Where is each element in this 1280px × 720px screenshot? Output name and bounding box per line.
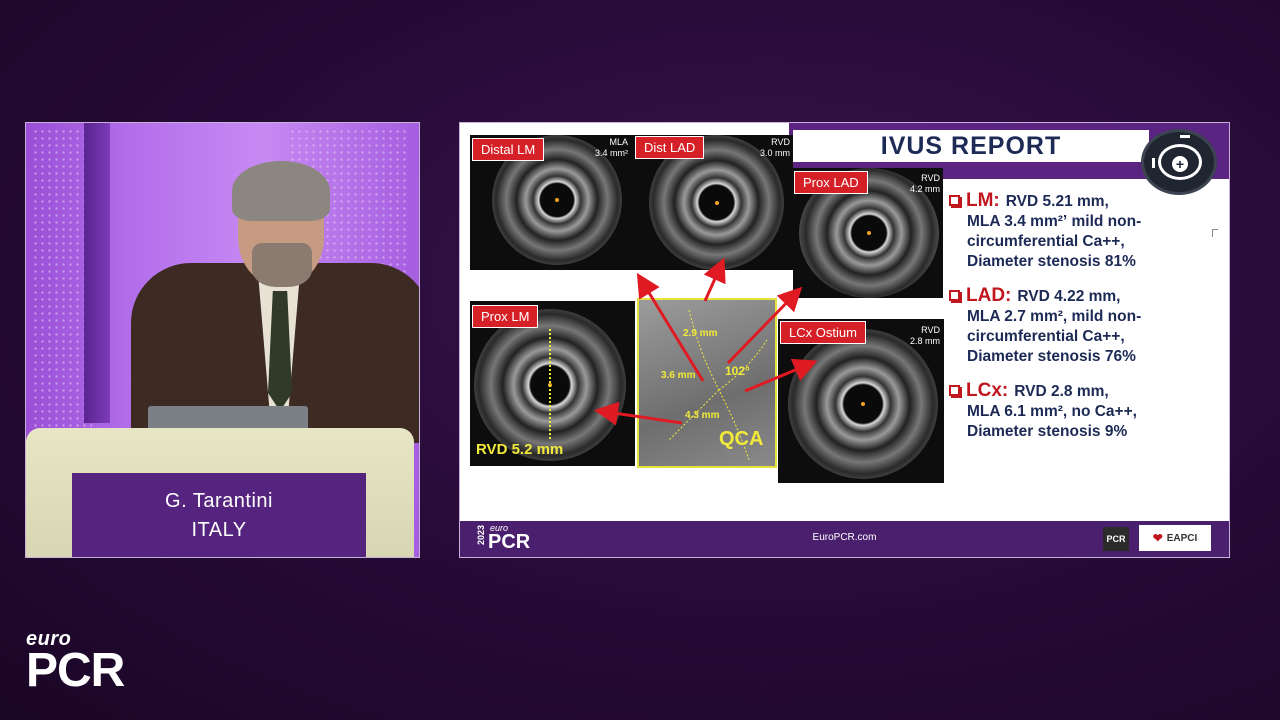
finding-line: Diameter stenosis 81% [967,253,1136,270]
eapci-badge: ❤ EAPCI [1139,525,1211,551]
finding-first-line: RVD 5.21 mm, [1005,193,1109,210]
presentation-slide: IVUS REPORT + Distal LM MLA 3.4 mm² Dist… [459,122,1230,558]
pcr-badge: PCR [1103,527,1129,551]
speaker-hair [232,161,330,221]
finding-line: circumferential Ca++, [967,328,1125,345]
laptop [148,406,308,430]
finding-line: Diameter stenosis 76% [967,348,1136,365]
stage-pillar [84,123,110,423]
stage-backdrop-dots [32,128,92,428]
mouse-cursor-icon [1212,229,1218,237]
eapci-label: EAPCI [1166,532,1198,544]
speaker-name: G. Tarantini [165,490,273,512]
finding-first-line: RVD 2.8 mm, [1014,383,1109,400]
checkbox-icon [949,385,960,396]
finding-line: Diameter stenosis 9% [967,423,1128,440]
finding-lcx: LCx: RVD 2.8 mm, MLA 6.1 mm², no Ca++, Di… [949,381,1229,442]
slide-footer: 2023 euro PCR EuroPCR.com PCR ❤ EAPCI [460,521,1229,557]
speaker-country: ITALY [191,519,247,541]
finding-line: MLA 3.4 mm²ʼ mild non- [967,213,1142,230]
checkbox-icon [949,290,960,301]
speaker-video-panel: G. Tarantini ITALY [25,122,420,558]
finding-key: LCx: [966,380,1009,401]
speaker-beard [252,243,312,287]
finding-lm: LM: RVD 5.21 mm, MLA 3.4 mm²ʼ mild non- c… [949,191,1229,272]
ivus-findings: LM: RVD 5.21 mm, MLA 3.4 mm²ʼ mild non- c… [949,191,1229,456]
checkbox-icon [949,195,960,206]
finding-line: MLA 6.1 mm², no Ca++, [967,403,1137,420]
finding-line: circumferential Ca++, [967,233,1125,250]
finding-line: MLA 2.7 mm², mild non- [967,308,1142,325]
brand-pcr: PCR [26,644,125,697]
finding-key: LM: [966,190,1000,211]
finding-lad: LAD: RVD 4.22 mm, MLA 2.7 mm², mild non- … [949,286,1229,367]
heart-icon: ❤ [1152,531,1163,545]
speaker-nameplate: G. Tarantini ITALY [72,473,366,557]
finding-first-line: RVD 4.22 mm, [1017,288,1121,305]
europcr-logo: euro PCR [26,628,125,697]
finding-key: LAD: [966,285,1012,306]
